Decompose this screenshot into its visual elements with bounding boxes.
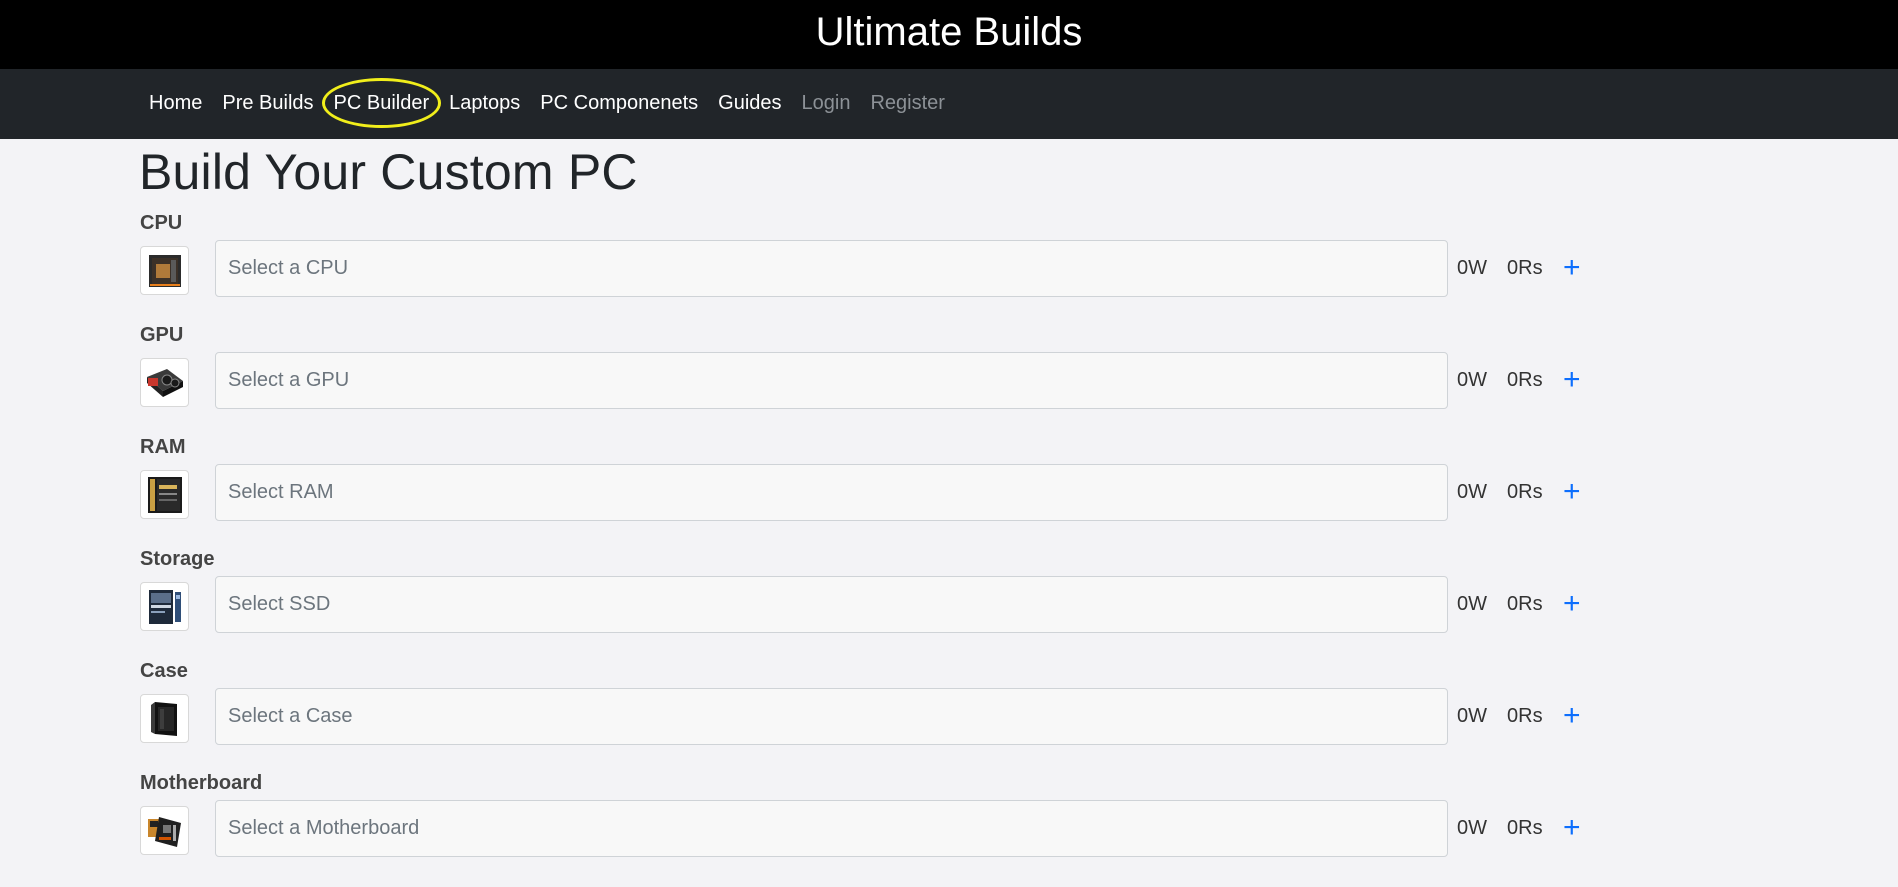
cpu-icon [140,246,189,295]
component-label: Storage [140,548,215,570]
case-select[interactable]: Select a Case [215,688,1448,745]
main-navbar: Home Pre Builds PC Builder Laptops PC Co… [0,69,1898,139]
storage-add-button[interactable]: + [1563,576,1581,633]
storage-select[interactable]: Select SSD [215,576,1448,633]
nav-laptops[interactable]: Laptops [439,92,530,114]
component-gpu: GPU Select a GPU 0W 0Rs + [139,323,1589,409]
case-icon [140,694,189,743]
ram-price: 0Rs [1507,481,1543,503]
ram-select[interactable]: Select RAM [215,464,1448,521]
storage-price: 0Rs [1507,593,1543,615]
nav-pc-components[interactable]: PC Componenets [530,92,708,114]
nav-guides[interactable]: Guides [708,92,791,114]
motherboard-add-button[interactable]: + [1563,800,1581,857]
gpu-icon [140,358,189,407]
component-label: Case [140,660,188,682]
component-case: Case Select a Case 0W 0Rs + [139,659,1589,745]
component-label: CPU [140,212,183,234]
cpu-watts: 0W [1457,257,1487,279]
site-header: Ultimate Builds [0,0,1898,69]
gpu-add-button[interactable]: + [1563,352,1581,409]
storage-watts: 0W [1457,593,1487,615]
ssd-icon [140,582,189,631]
motherboard-price: 0Rs [1507,817,1543,839]
motherboard-icon [140,806,189,855]
gpu-price: 0Rs [1507,369,1543,391]
nav-pc-builder[interactable]: PC Builder [324,92,440,114]
case-add-button[interactable]: + [1563,688,1581,745]
motherboard-select[interactable]: Select a Motherboard [215,800,1448,857]
gpu-watts: 0W [1457,369,1487,391]
nav-home[interactable]: Home [139,92,212,114]
ram-add-button[interactable]: + [1563,464,1581,521]
cpu-price: 0Rs [1507,257,1543,279]
component-motherboard: Motherboard Select a Motherboard 0W 0Rs … [139,771,1589,857]
ram-watts: 0W [1457,481,1487,503]
ram-icon [140,470,189,519]
case-price: 0Rs [1507,705,1543,727]
cpu-select[interactable]: Select a CPU [215,240,1448,297]
cpu-add-button[interactable]: + [1563,240,1581,297]
gpu-select[interactable]: Select a GPU [215,352,1448,409]
component-label: Motherboard [140,772,263,794]
component-storage: Storage Select SSD 0W 0Rs + [139,547,1589,633]
component-ram: RAM Select RAM 0W 0Rs + [139,435,1589,521]
page-title: Build Your Custom PC [139,144,638,200]
case-watts: 0W [1457,705,1487,727]
nav-register[interactable]: Register [860,92,954,114]
component-label: RAM [140,436,186,458]
component-cpu: CPU Select a CPU 0W 0Rs + [139,211,1589,297]
motherboard-watts: 0W [1457,817,1487,839]
builder-main: Build Your Custom PC CPU Select a CPU 0W… [139,139,1589,857]
nav-list: Home Pre Builds PC Builder Laptops PC Co… [139,69,955,139]
nav-pre-builds[interactable]: Pre Builds [212,92,323,114]
component-label: GPU [140,324,184,346]
nav-login[interactable]: Login [792,92,861,114]
site-title: Ultimate Builds [815,10,1083,54]
